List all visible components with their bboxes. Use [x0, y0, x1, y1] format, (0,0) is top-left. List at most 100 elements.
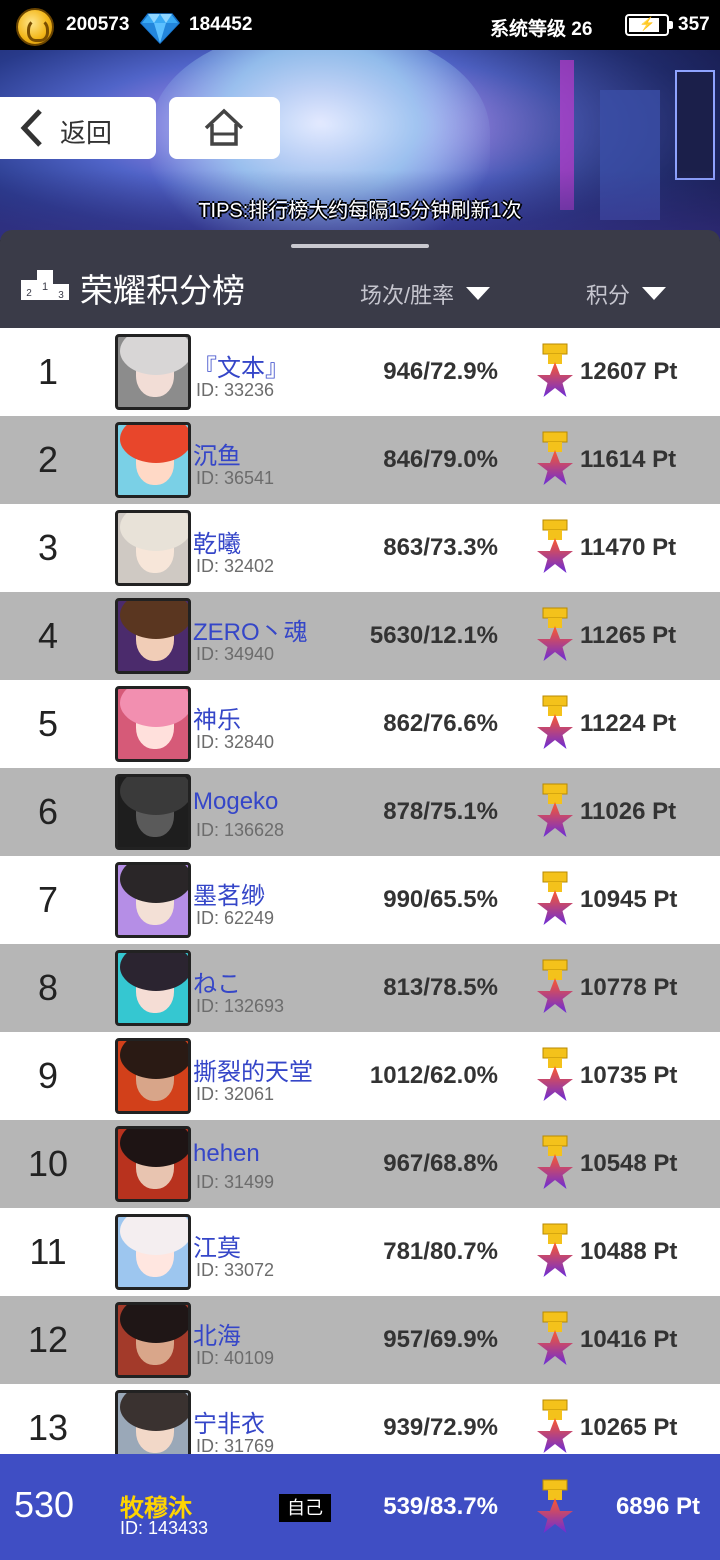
player-id: ID: 32840 [196, 732, 275, 752]
score-points: 10416 Pt [580, 1326, 678, 1353]
matches-winrate: 878/75.1% [383, 798, 498, 825]
medal-icon [537, 1311, 573, 1365]
rank-row[interactable]: 9 撕裂的天堂 ID: 32061 1012/62.0% 10735 Pt [0, 1032, 720, 1120]
player-avatar[interactable] [115, 686, 191, 762]
panel-handle[interactable] [291, 244, 429, 248]
matches-winrate: 946/72.9% [383, 358, 498, 385]
medal-icon [537, 783, 573, 837]
score-points: 10265 Pt [580, 1414, 678, 1441]
player-avatar[interactable] [115, 334, 191, 410]
medal-icon [537, 1135, 573, 1189]
score-points: 11614 Pt [580, 446, 677, 473]
rank-number: 12 [27, 1319, 69, 1360]
medal-icon [537, 607, 573, 661]
player-avatar[interactable] [115, 510, 191, 586]
player-id: ID: 33236 [196, 380, 275, 400]
self-score: 6896 Pt [615, 1493, 700, 1520]
player-id: ID: 33072 [196, 1260, 275, 1280]
player-name[interactable]: ねこ [193, 964, 241, 999]
player-name[interactable]: hehen [193, 1140, 260, 1168]
rank-row[interactable]: 1 『文本』 ID: 33236 946/72.9% 12607 Pt [0, 328, 720, 416]
rank-row[interactable]: 3 乾曦 ID: 32402 863/73.3% 11470 Pt [0, 504, 720, 592]
sort-by-score-header[interactable]: 积分 [586, 278, 667, 310]
player-name[interactable]: Mogeko [193, 788, 278, 816]
rank-row[interactable]: 8 ねこ ID: 132693 813/78.5% 10778 Pt [0, 944, 720, 1032]
sort-by-rate-header[interactable]: 场次/胜率 [360, 278, 491, 310]
player-avatar[interactable] [115, 422, 191, 498]
player-name[interactable]: 宁非衣 [193, 1404, 265, 1439]
board-title: 荣耀积分榜 [80, 272, 245, 309]
rank-row[interactable]: 13 宁非衣 ID: 31769 939/72.9% 10265 Pt [0, 1384, 720, 1454]
svg-text:2: 2 [26, 288, 32, 299]
matches-winrate: 939/72.9% [383, 1414, 498, 1441]
matches-winrate: 967/68.8% [383, 1150, 498, 1177]
player-id: ID: 32061 [196, 1084, 275, 1104]
score-points: 11224 Pt [580, 710, 677, 737]
matches-winrate: 1012/62.0% [369, 1062, 498, 1089]
player-id: ID: 31769 [196, 1436, 275, 1454]
player-name[interactable]: 『文本』 [193, 348, 289, 383]
matches-winrate: 781/80.7% [383, 1238, 498, 1265]
player-id: ID: 31499 [196, 1172, 275, 1192]
player-avatar[interactable] [115, 1214, 191, 1290]
player-name[interactable]: ZERO丶魂 [193, 612, 308, 647]
rank-row[interactable]: 7 墨茗缈 ID: 62249 990/65.5% 10945 Pt [0, 856, 720, 944]
system-level: 系统等级 26 [490, 19, 593, 40]
self-rate: 539/83.7% [383, 1493, 498, 1520]
svg-text:3: 3 [58, 290, 64, 301]
player-id: ID: 136628 [196, 820, 285, 840]
medal-icon [537, 695, 573, 749]
gem-count: 184452 [189, 14, 253, 35]
player-avatar[interactable] [115, 1390, 191, 1454]
refresh-tips: TIPS:排行榜大约每隔15分钟刷新1次 [198, 200, 522, 222]
rank-row[interactable]: 11 江莫 ID: 33072 781/80.7% 10488 Pt [0, 1208, 720, 1296]
player-avatar[interactable] [115, 1302, 191, 1378]
rank-row[interactable]: 5 神乐 ID: 32840 862/76.6% 11224 Pt [0, 680, 720, 768]
home-button[interactable] [169, 97, 280, 159]
medal-icon [537, 519, 573, 573]
score-points: 10735 Pt [580, 1062, 678, 1089]
rank-row[interactable]: 12 北海 ID: 40109 957/69.9% 10416 Pt [0, 1296, 720, 1384]
player-avatar[interactable] [115, 1126, 191, 1202]
player-avatar[interactable] [115, 1038, 191, 1114]
player-id: ID: 36541 [196, 468, 275, 488]
player-name[interactable]: 沉鱼 [193, 436, 241, 471]
medal-icon [537, 1047, 573, 1101]
rank-row[interactable]: 4 ZERO丶魂 ID: 34940 5630/12.1% 11265 Pt [0, 592, 720, 680]
player-avatar[interactable] [115, 950, 191, 1026]
score-points: 11265 Pt [580, 622, 677, 649]
player-name[interactable]: 乾曦 [193, 524, 241, 559]
rank-number: 4 [37, 615, 59, 656]
player-name[interactable]: 神乐 [193, 700, 241, 735]
ranking-list[interactable]: 1 『文本』 ID: 33236 946/72.9% 12607 Pt 2 沉鱼 ID: 36… [0, 328, 720, 1454]
player-avatar[interactable] [115, 598, 191, 674]
matches-winrate: 5630/12.1% [369, 622, 498, 649]
score-points: 10945 Pt [580, 886, 678, 913]
rank-number: 13 [27, 1407, 69, 1448]
matches-winrate: 957/69.9% [383, 1326, 498, 1353]
player-name[interactable]: 墨茗缈 [193, 876, 265, 911]
rank-number: 5 [37, 703, 59, 744]
matches-winrate: 990/65.5% [383, 886, 498, 913]
player-name[interactable]: 撕裂的天堂 [193, 1052, 313, 1087]
podium-icon: 1 2 3 [21, 270, 69, 301]
back-button[interactable]: 返回 [0, 97, 156, 159]
player-name[interactable]: 江莫 [193, 1228, 241, 1263]
self-rank-row[interactable]: 530 牧穆沐 ID: 143433 自己 539/83.7% 6896 Pt [0, 1454, 720, 1560]
rank-number: 7 [37, 879, 59, 920]
score-points: 10778 Pt [580, 974, 678, 1001]
rank-row[interactable]: 10 hehen ID: 31499 967/68.8% 10548 Pt [0, 1120, 720, 1208]
self-rank: 530 [14, 1484, 75, 1525]
self-id: ID: 143433 [120, 1518, 209, 1538]
medal-icon [537, 1479, 573, 1533]
rank-row[interactable]: 2 沉鱼 ID: 36541 846/79.0% 11614 Pt [0, 416, 720, 504]
player-avatar[interactable] [115, 862, 191, 938]
player-name[interactable]: 北海 [193, 1316, 241, 1351]
gold-coin-icon [16, 8, 54, 46]
medal-icon [537, 871, 573, 925]
chevron-left-icon [20, 109, 42, 147]
rank-row[interactable]: 6 Mogeko ID: 136628 878/75.1% 11026 Pt [0, 768, 720, 856]
coin-count: 200573 [66, 14, 130, 35]
battery-count: 357 [678, 14, 710, 35]
player-avatar[interactable] [115, 774, 191, 850]
